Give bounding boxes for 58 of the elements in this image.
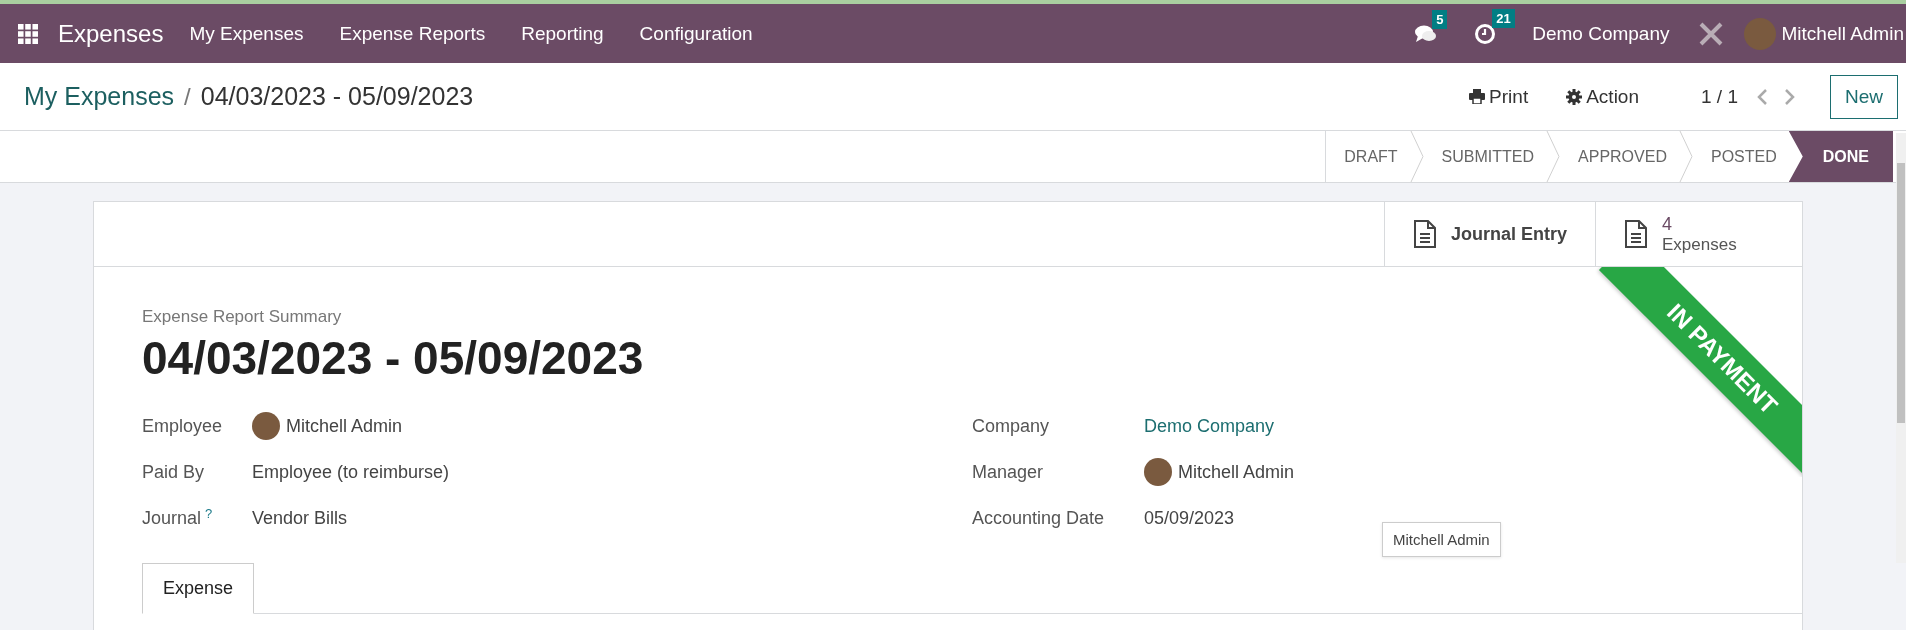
document-icon	[1412, 219, 1437, 249]
gear-icon	[1566, 88, 1583, 105]
breadcrumb-separator: /	[184, 82, 191, 111]
smart-button-count: 4	[1662, 213, 1673, 235]
user-name[interactable]: Mitchell Admin	[1781, 22, 1904, 45]
apps-grid-icon[interactable]	[18, 23, 38, 44]
menu-item[interactable]: My Expenses	[189, 22, 304, 45]
avatar	[252, 412, 280, 440]
breadcrumb-current: 04/03/2023 - 05/09/2023	[200, 82, 474, 111]
field-label: Manager	[972, 461, 1044, 482]
printer-icon	[1469, 89, 1486, 104]
status-stage[interactable]: POSTED	[1692, 131, 1789, 182]
menu-item[interactable]: Reporting	[521, 22, 604, 45]
chevron-divider	[1409, 131, 1424, 182]
document-icon	[1624, 219, 1648, 249]
clock-icon[interactable]	[1474, 22, 1497, 45]
activity-count-badge: 21	[1492, 8, 1515, 28]
field-value: Vendor Bills	[252, 507, 348, 529]
status-stage[interactable]: DONE	[1788, 131, 1893, 182]
message-count-badge: 5	[1432, 9, 1448, 29]
field-value: 05/09/2023	[1144, 507, 1235, 529]
chat-bubbles-icon[interactable]	[1414, 23, 1439, 44]
field-label: Paid By	[142, 461, 205, 482]
smart-button-label: Journal Entry	[1450, 223, 1567, 245]
app-name[interactable]: Expenses	[58, 19, 164, 48]
field-value[interactable]: Mitchell Admin	[286, 415, 403, 437]
field-label: Employee	[142, 415, 223, 436]
breadcrumb-link[interactable]: My Expenses	[24, 82, 175, 111]
smart-button[interactable]: 4 Expenses	[1595, 202, 1802, 266]
tooltip: Mitchell Admin	[1382, 522, 1501, 557]
chevron-divider	[1678, 131, 1693, 182]
smart-button-label: Expenses	[1662, 234, 1737, 255]
pager-counter: 1 / 1	[1701, 85, 1738, 108]
smart-button[interactable]: Journal Entry	[1383, 202, 1595, 266]
scrollbar[interactable]	[1896, 133, 1906, 563]
status-stage[interactable]: APPROVED	[1560, 131, 1679, 182]
print-button[interactable]: Print	[1463, 84, 1535, 109]
chevron-divider	[1546, 131, 1561, 182]
notebook-tab[interactable]: Expense	[142, 563, 255, 614]
field-link[interactable]: Demo Company	[1144, 415, 1275, 437]
status-stage[interactable]: DRAFT	[1326, 131, 1410, 182]
menu-item[interactable]: Expense Reports	[339, 22, 486, 45]
status-stage[interactable]: SUBMITTED	[1423, 131, 1547, 182]
previous-chevron-icon[interactable]	[1756, 87, 1768, 106]
form-title: 04/03/2023 - 05/09/2023	[142, 331, 644, 385]
action-button[interactable]: Action	[1560, 84, 1645, 109]
next-chevron-icon[interactable]	[1784, 87, 1796, 106]
form-overline: Expense Report Summary	[142, 307, 342, 327]
menu-item[interactable]: Configuration	[639, 22, 753, 45]
field-label: Accounting Date	[972, 507, 1105, 528]
company-switcher[interactable]: Demo Company	[1532, 22, 1670, 45]
help-tooltip-icon[interactable]: ?	[205, 506, 213, 522]
field-value[interactable]: Mitchell Admin	[1178, 461, 1295, 483]
field-label: Journal	[142, 508, 202, 529]
field-value: Employee (to reimburse)	[252, 461, 450, 483]
avatar	[1144, 458, 1172, 486]
field-label: Company	[972, 415, 1050, 436]
new-button[interactable]: New	[1830, 74, 1898, 119]
